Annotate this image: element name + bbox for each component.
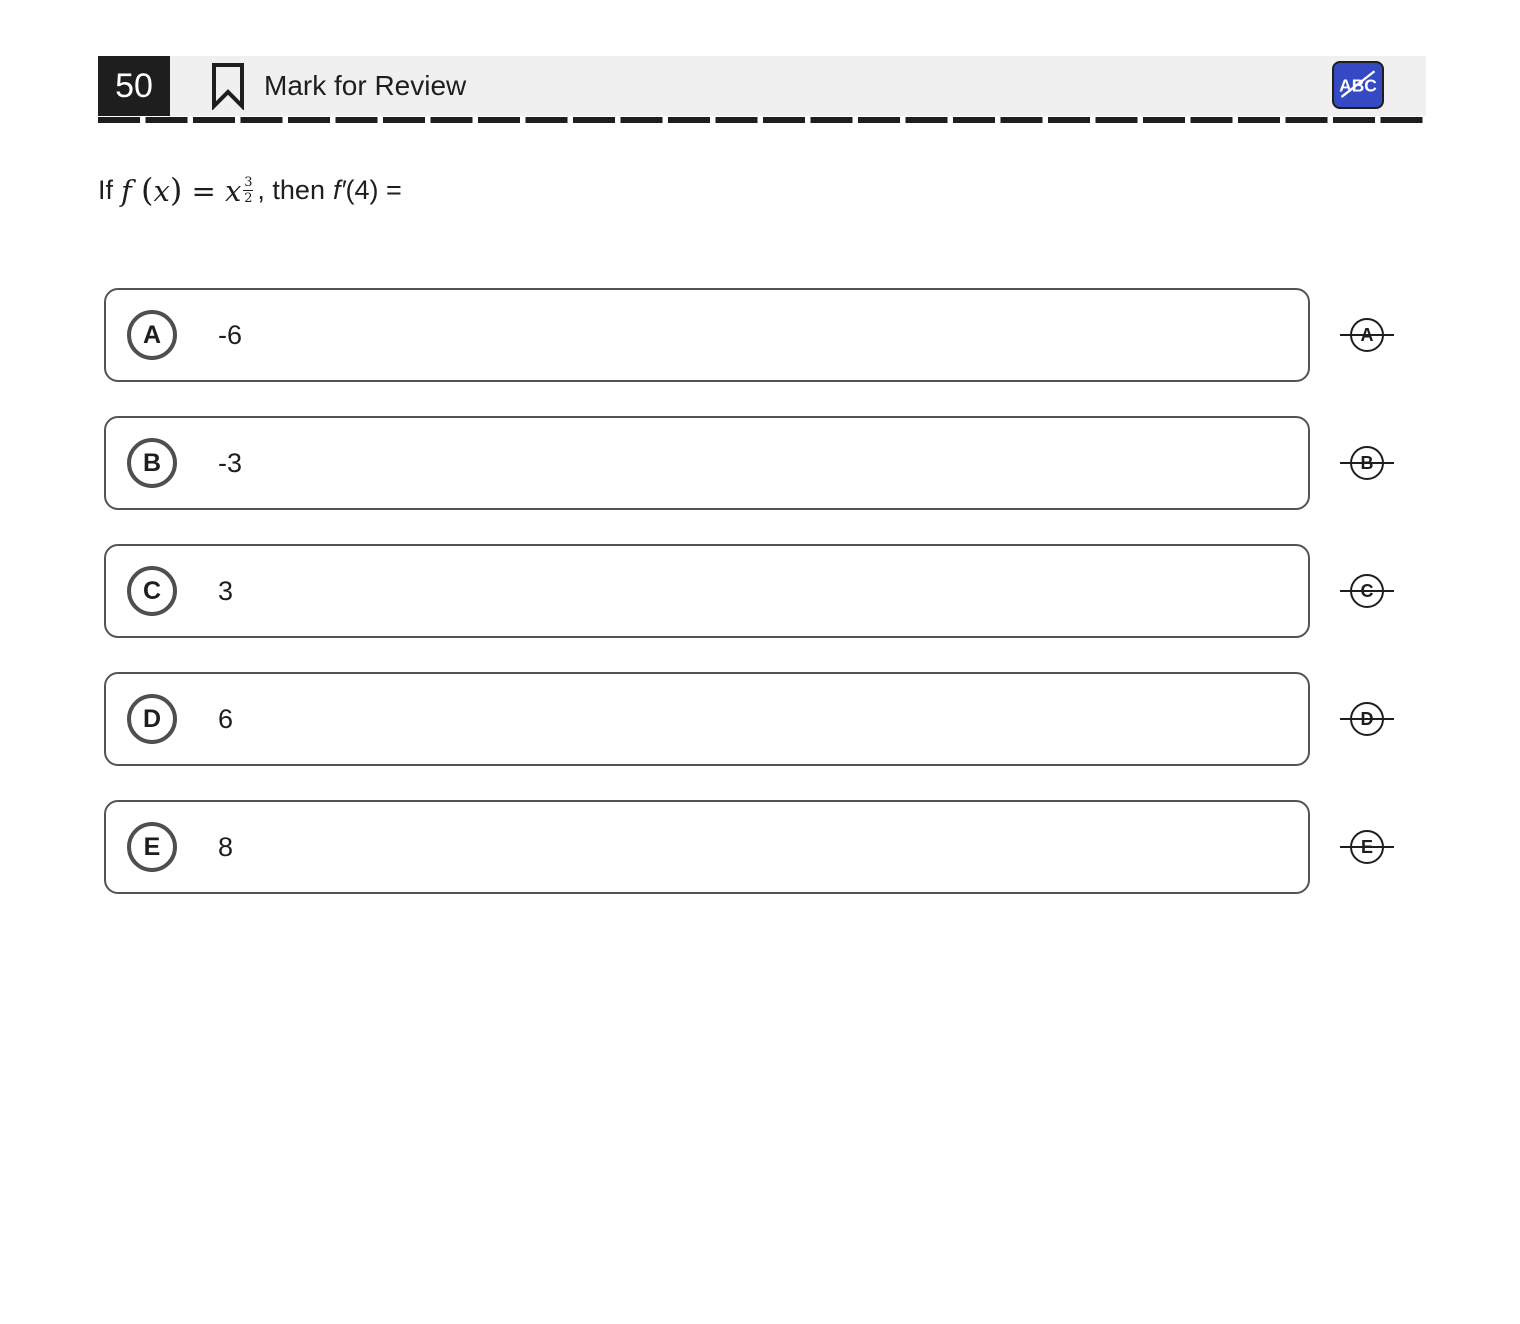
mark-for-review-label: Mark for Review: [264, 70, 467, 101]
svg-text:ABC: ABC: [1339, 75, 1377, 95]
header-divider: [98, 117, 1426, 123]
strike-choice-e-button[interactable]: E: [1340, 827, 1394, 867]
math-exponent: 3 2: [243, 174, 254, 206]
strike-choice-d-button[interactable]: D: [1340, 699, 1394, 739]
choice-letter: E: [127, 822, 177, 872]
choice-text: -6: [218, 320, 243, 350]
strike-choice-a-button[interactable]: A: [1340, 315, 1394, 355]
math-base: x: [225, 174, 242, 208]
answer-choice-b[interactable]: B -3: [104, 416, 1310, 510]
answer-choice-d[interactable]: D 6: [104, 672, 1310, 766]
question-mid: , then: [257, 174, 325, 205]
answer-choice-c[interactable]: C 3: [104, 544, 1310, 638]
abc-strikethrough-icon: ABC: [1339, 70, 1377, 98]
exponent-denominator: 2: [244, 190, 253, 206]
choice-text: -3: [218, 448, 243, 478]
choice-letter: A: [127, 310, 177, 360]
exponent-numerator: 3: [244, 174, 253, 190]
question-text: If f (x) = x 3 2 , then f′ (4) =: [98, 160, 402, 220]
bookmark-icon: [212, 63, 244, 110]
choice-text: 6: [218, 704, 234, 734]
math-equals: =: [191, 174, 216, 208]
answer-choice-e[interactable]: E 8: [104, 800, 1310, 894]
strike-choice-b-button[interactable]: B: [1340, 443, 1394, 483]
choice-letter: B: [127, 438, 177, 488]
math-variable: x: [153, 174, 170, 208]
derivative-argument: (4) =: [345, 174, 402, 205]
choice-text: 3: [218, 576, 234, 606]
question-header: 50 Mark for Review ABC: [98, 56, 1426, 116]
question-number: 50: [98, 56, 170, 116]
mark-for-review-button[interactable]: Mark for Review: [210, 56, 466, 116]
derivative-symbol: f′: [332, 174, 346, 205]
answer-eliminator-button[interactable]: ABC: [1332, 61, 1384, 109]
choice-letter: C: [127, 566, 177, 616]
math-function: f: [121, 174, 132, 208]
answer-choice-a[interactable]: A -6: [104, 288, 1310, 382]
strike-choice-c-button[interactable]: C: [1340, 571, 1394, 611]
choice-text: 8: [218, 832, 234, 862]
choice-letter: D: [127, 694, 177, 744]
question-prefix: If: [98, 174, 114, 205]
math-expression: f (x) = x: [121, 171, 242, 209]
